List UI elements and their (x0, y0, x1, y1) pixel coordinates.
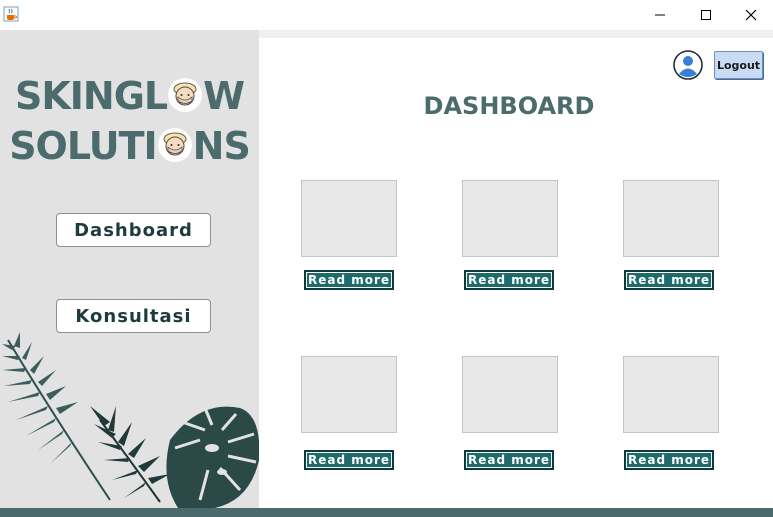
card-image (623, 180, 719, 257)
read-more-button[interactable]: Read more (304, 270, 394, 290)
face-mask-logo (157, 128, 192, 162)
dashboard-panel: Logout DASHBOARD Read more Read more Rea… (259, 38, 773, 508)
user-avatar-icon[interactable] (673, 50, 703, 80)
dashboard-button[interactable]: Dashboard (56, 213, 211, 247)
read-more-button[interactable]: Read more (624, 450, 714, 470)
brand-text: W (203, 74, 245, 118)
read-more-button[interactable]: Read more (464, 450, 554, 470)
logout-button[interactable]: Logout (714, 51, 763, 79)
minimize-button[interactable] (637, 0, 683, 30)
window-title-bar (0, 0, 773, 30)
card-image (462, 356, 558, 433)
face-mask-logo (168, 78, 203, 112)
brand-text: NS (192, 124, 251, 168)
read-more-button[interactable]: Read more (464, 270, 554, 290)
sidebar: SKINGL W SOLUTI NS Dashboard Konsultasi (0, 30, 259, 508)
close-button[interactable] (728, 0, 773, 30)
read-more-button[interactable]: Read more (624, 270, 714, 290)
brand-title-line-2: SOLUTI NS (0, 124, 259, 168)
bottom-bar (0, 508, 773, 517)
card-image (301, 356, 397, 433)
brand-title-line-1: SKINGL W (0, 74, 259, 118)
card-image (623, 356, 719, 433)
minimize-icon (655, 14, 665, 16)
java-cup-icon (3, 6, 19, 22)
maximize-button[interactable] (683, 0, 729, 30)
card-image (462, 180, 558, 257)
read-more-button[interactable]: Read more (304, 450, 394, 470)
maximize-icon (701, 10, 711, 20)
tropical-leaves-decoration (2, 332, 259, 508)
brand-text: SOLUTI (9, 124, 157, 168)
close-icon (745, 9, 757, 21)
card-image (301, 180, 397, 257)
konsultasi-button[interactable]: Konsultasi (56, 299, 211, 333)
page-title: DASHBOARD (423, 92, 595, 120)
brand-text: SKINGL (14, 74, 168, 118)
